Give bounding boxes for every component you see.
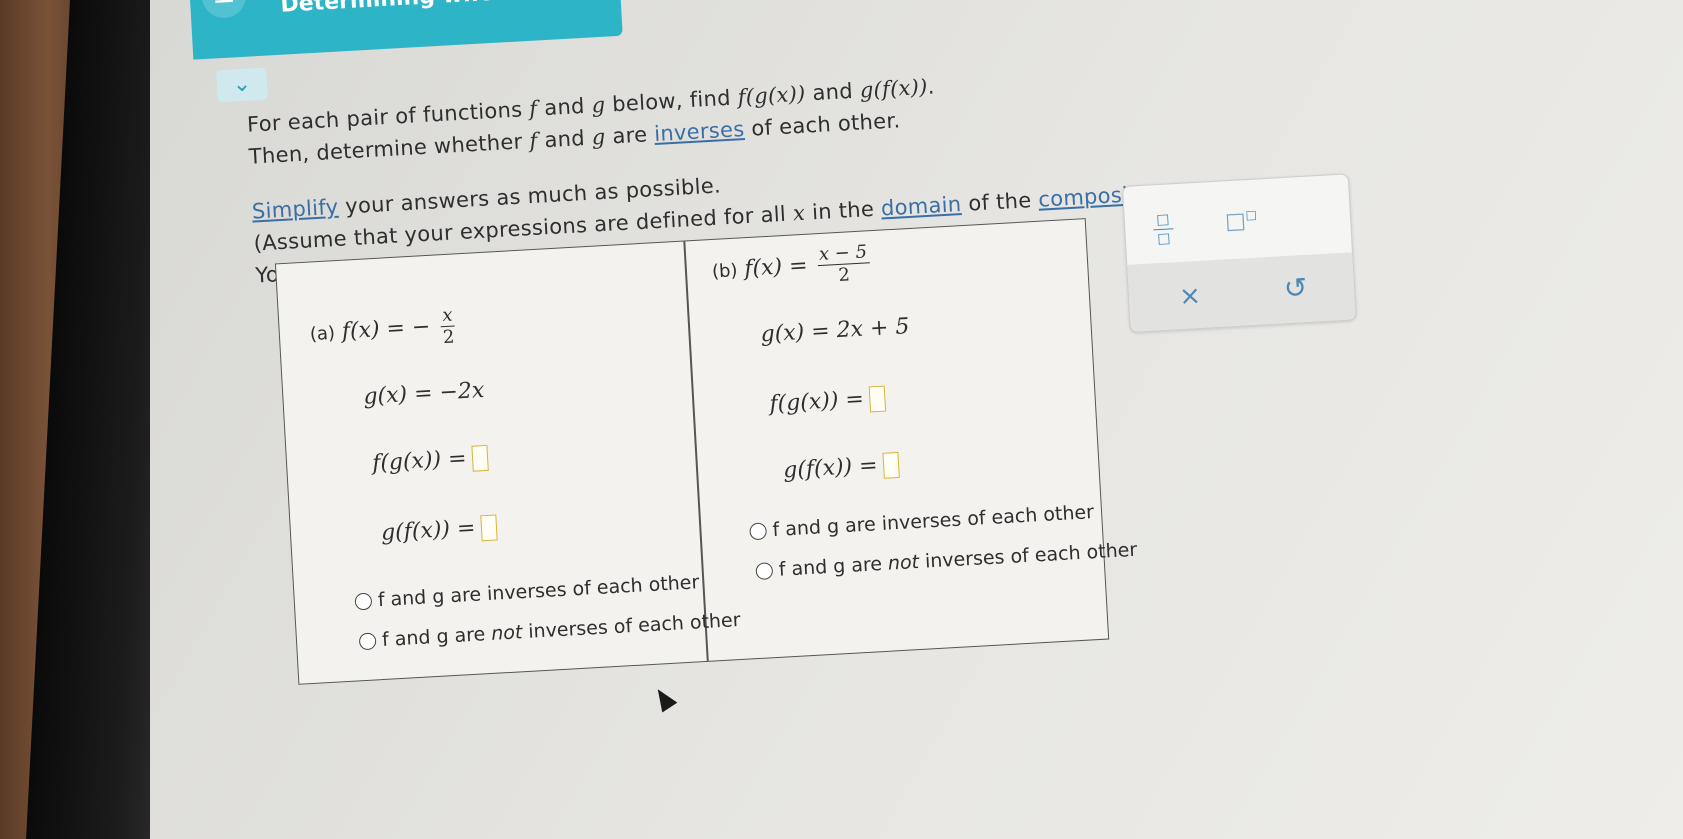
- part-b-fg-lhs: f(g(x)) =: [768, 386, 865, 418]
- collapse-chevron-icon[interactable]: ⌄: [216, 67, 268, 103]
- option-label: inverses of each other: [527, 609, 742, 643]
- part-b-gf-answer-input[interactable]: [882, 451, 901, 479]
- math-fg: f(g(x)): [737, 81, 807, 110]
- option-label: f and g are: [381, 623, 486, 652]
- part-b-f-definition: (b) f(x) = x − 52: [711, 241, 874, 293]
- fraction-numerator: x − 5: [816, 241, 870, 267]
- part-b-option-inverse[interactable]: f and g are inverses of each other: [749, 501, 1095, 542]
- part-a-f-lhs: f(x) = −: [341, 314, 432, 345]
- fraction-denominator: 2: [837, 264, 851, 286]
- radio-button[interactable]: [354, 592, 373, 610]
- option-emphasis: not: [490, 621, 523, 645]
- screen: ≡ Determining whether two functions are …: [150, 0, 1683, 839]
- option-label: f and g are inverses of each other: [377, 571, 700, 612]
- instruction-text: of the: [960, 187, 1040, 217]
- option-label: inverses of each other: [924, 538, 1138, 573]
- radio-button[interactable]: [755, 561, 774, 580]
- radio-button[interactable]: [749, 521, 768, 540]
- fraction-icon[interactable]: □ □: [1152, 211, 1174, 247]
- domain-link[interactable]: domain: [880, 192, 962, 220]
- option-label: f and g are: [778, 553, 883, 581]
- part-b-g-definition: g(x) = 2x + 5: [760, 314, 910, 347]
- option-emphasis: not: [887, 550, 920, 575]
- part-b-label: (b): [711, 260, 739, 283]
- instruction-text: Then, determine whether: [248, 129, 531, 169]
- instruction-text: and: [536, 125, 593, 153]
- part-b-fg-row: f(g(x)) =: [768, 385, 887, 418]
- toolbox-actions: × ↺: [1127, 252, 1356, 332]
- part-b-f-lhs: f(x) =: [743, 253, 809, 282]
- part-a-fg-row: f(g(x)) =: [371, 444, 490, 477]
- option-label: f and g are inverses of each other: [771, 501, 1095, 542]
- question-page: ≡ Determining whether two functions are …: [150, 0, 1683, 838]
- math-gf: g(f(x)): [859, 74, 929, 103]
- fraction-numerator: x: [439, 304, 456, 328]
- part-a-option-inverse[interactable]: f and g are inverses of each other: [354, 571, 700, 612]
- part-a-f-definition: (a) f(x) = − x2: [309, 304, 460, 355]
- instruction-text: of each other.: [743, 108, 901, 142]
- part-a-f-fraction: x2: [439, 304, 457, 348]
- part-a-fg-lhs: f(g(x)) =: [371, 446, 468, 477]
- part-b-gf-row: g(f(x)) =: [782, 451, 901, 484]
- radio-button[interactable]: [358, 631, 377, 650]
- math-toolbox: □ □ □□ × ↺: [1121, 173, 1357, 333]
- part-b-fg-answer-input[interactable]: [869, 385, 887, 413]
- part-b-f-fraction: x − 52: [816, 241, 870, 287]
- part-b-gf-lhs: g(f(x)) =: [782, 453, 879, 484]
- simplify-link[interactable]: Simplify: [251, 195, 339, 224]
- part-a-gf-lhs: g(f(x)) =: [380, 515, 477, 546]
- part-a-g-def: g(x) = −2x: [362, 377, 485, 410]
- fraction-denominator: 2: [442, 326, 455, 349]
- math-g: g: [590, 92, 606, 118]
- part-a-gf-row: g(f(x)) =: [380, 514, 499, 546]
- instruction-text: and: [804, 78, 861, 106]
- part-a-g-definition: g(x) = −2x: [363, 378, 485, 410]
- part-a-fg-answer-input[interactable]: [471, 444, 490, 472]
- undo-icon[interactable]: ↺: [1283, 271, 1308, 305]
- part-a-gf-answer-input[interactable]: [480, 514, 499, 542]
- instruction-text: below, find: [604, 85, 739, 117]
- part-a-label: (a): [309, 322, 336, 346]
- instruction-text: are: [604, 122, 655, 149]
- part-a-option-not-inverse[interactable]: f and g are not inverses of each other: [358, 609, 742, 652]
- column-divider: [683, 241, 709, 661]
- inverses-link[interactable]: inverses: [654, 117, 746, 146]
- problem-table: (a) f(x) = − x2 g(x) = −2x f(g(x)) = g(f…: [274, 218, 1138, 685]
- part-b-option-not-inverse[interactable]: f and g are not inverses of each other: [755, 539, 1138, 582]
- clear-icon[interactable]: ×: [1178, 281, 1201, 312]
- instruction-text: in the: [804, 196, 882, 225]
- superscript-icon[interactable]: □□: [1224, 208, 1258, 235]
- mouse-cursor-icon: [650, 684, 678, 713]
- part-b-g-def: g(x) = 2x + 5: [759, 314, 911, 348]
- instruction-text: and: [536, 93, 593, 121]
